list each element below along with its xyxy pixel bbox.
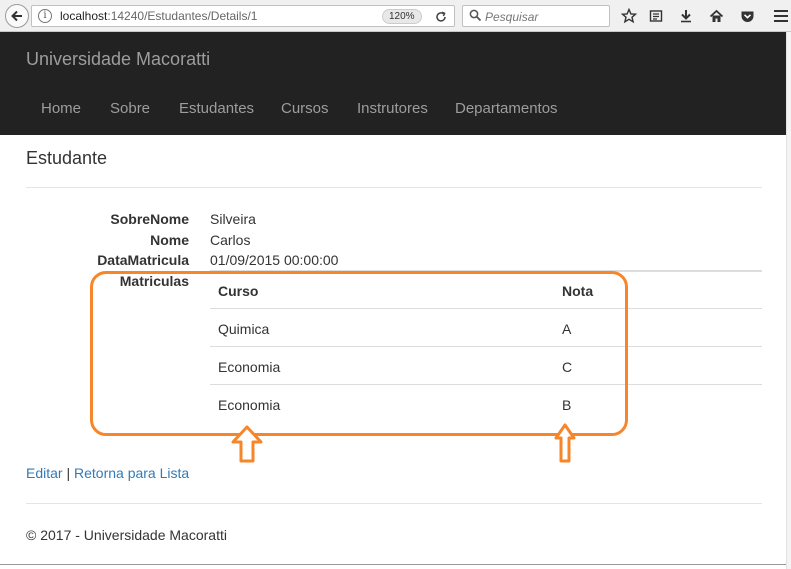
value-nome: Carlos — [210, 232, 251, 248]
pocket-icon — [741, 11, 753, 22]
title-divider — [26, 187, 762, 188]
nav-item-departamentos[interactable]: Departamentos — [455, 100, 558, 117]
zoom-level-badge[interactable]: 120% — [382, 9, 422, 24]
reload-icon — [436, 11, 446, 22]
label-sobrenome: SobreNome — [110, 211, 189, 227]
link-separator: | — [66, 465, 71, 481]
site-brand-link[interactable]: Universidade Macoratti — [26, 49, 210, 70]
back-arrow-icon — [11, 10, 22, 22]
highlight-box — [90, 271, 628, 436]
nav-item-instrutores[interactable]: Instrutores — [357, 100, 428, 117]
reader-view-icon — [649, 10, 663, 22]
back-to-list-link[interactable]: Retorna para Lista — [74, 465, 189, 481]
site-navbar: Universidade Macoratti Home Sobre Estuda… — [0, 32, 791, 135]
search-placeholder: Pesquisar — [485, 10, 539, 24]
footer-copyright: © 2017 - Universidade Macoratti — [26, 527, 227, 543]
home-button[interactable] — [706, 6, 726, 26]
url-host: localhost — [60, 9, 108, 23]
value-datamatricula: 01/09/2015 00:00:00 — [210, 252, 339, 268]
hamburger-menu-icon — [774, 10, 788, 22]
nav-item-sobre[interactable]: Sobre — [110, 100, 150, 117]
page-title: Estudante — [26, 148, 108, 168]
home-icon — [709, 9, 723, 22]
up-arrow-annotation — [554, 423, 576, 463]
search-icon — [469, 9, 482, 22]
action-links: Editar | Retorna para Lista — [26, 465, 189, 481]
url-path: :14240/Estudantes/Details/1 — [107, 9, 258, 23]
label-nome: Nome — [150, 232, 189, 248]
nav-item-home[interactable]: Home — [41, 100, 81, 117]
label-datamatricula: DataMatricula — [97, 252, 189, 268]
up-arrow-annotation — [231, 425, 263, 463]
reader-view-button[interactable] — [646, 6, 666, 26]
back-button[interactable] — [5, 4, 29, 28]
value-sobrenome: Silveira — [210, 211, 256, 227]
browser-toolbar: i localhost:14240/Estudantes/Details/1 1… — [0, 0, 791, 32]
address-bar[interactable]: i localhost:14240/Estudantes/Details/1 1… — [31, 5, 455, 27]
window-bottom-edge — [0, 564, 786, 569]
menu-button[interactable] — [771, 6, 791, 26]
nav-item-estudantes[interactable]: Estudantes — [179, 100, 254, 117]
download-button[interactable] — [676, 6, 696, 26]
url-text[interactable]: localhost:14240/Estudantes/Details/1 — [60, 9, 257, 23]
edit-link[interactable]: Editar — [26, 465, 63, 481]
window-scrollbar[interactable] — [786, 32, 791, 569]
download-icon — [681, 10, 691, 23]
nav-item-cursos[interactable]: Cursos — [281, 100, 329, 117]
star-icon — [621, 8, 637, 24]
footer-divider — [26, 503, 762, 504]
pocket-button[interactable] — [737, 6, 757, 26]
bookmark-star-button[interactable] — [619, 6, 639, 26]
info-icon[interactable]: i — [38, 9, 52, 23]
reload-button[interactable] — [432, 8, 450, 26]
search-input[interactable]: Pesquisar — [462, 5, 610, 27]
